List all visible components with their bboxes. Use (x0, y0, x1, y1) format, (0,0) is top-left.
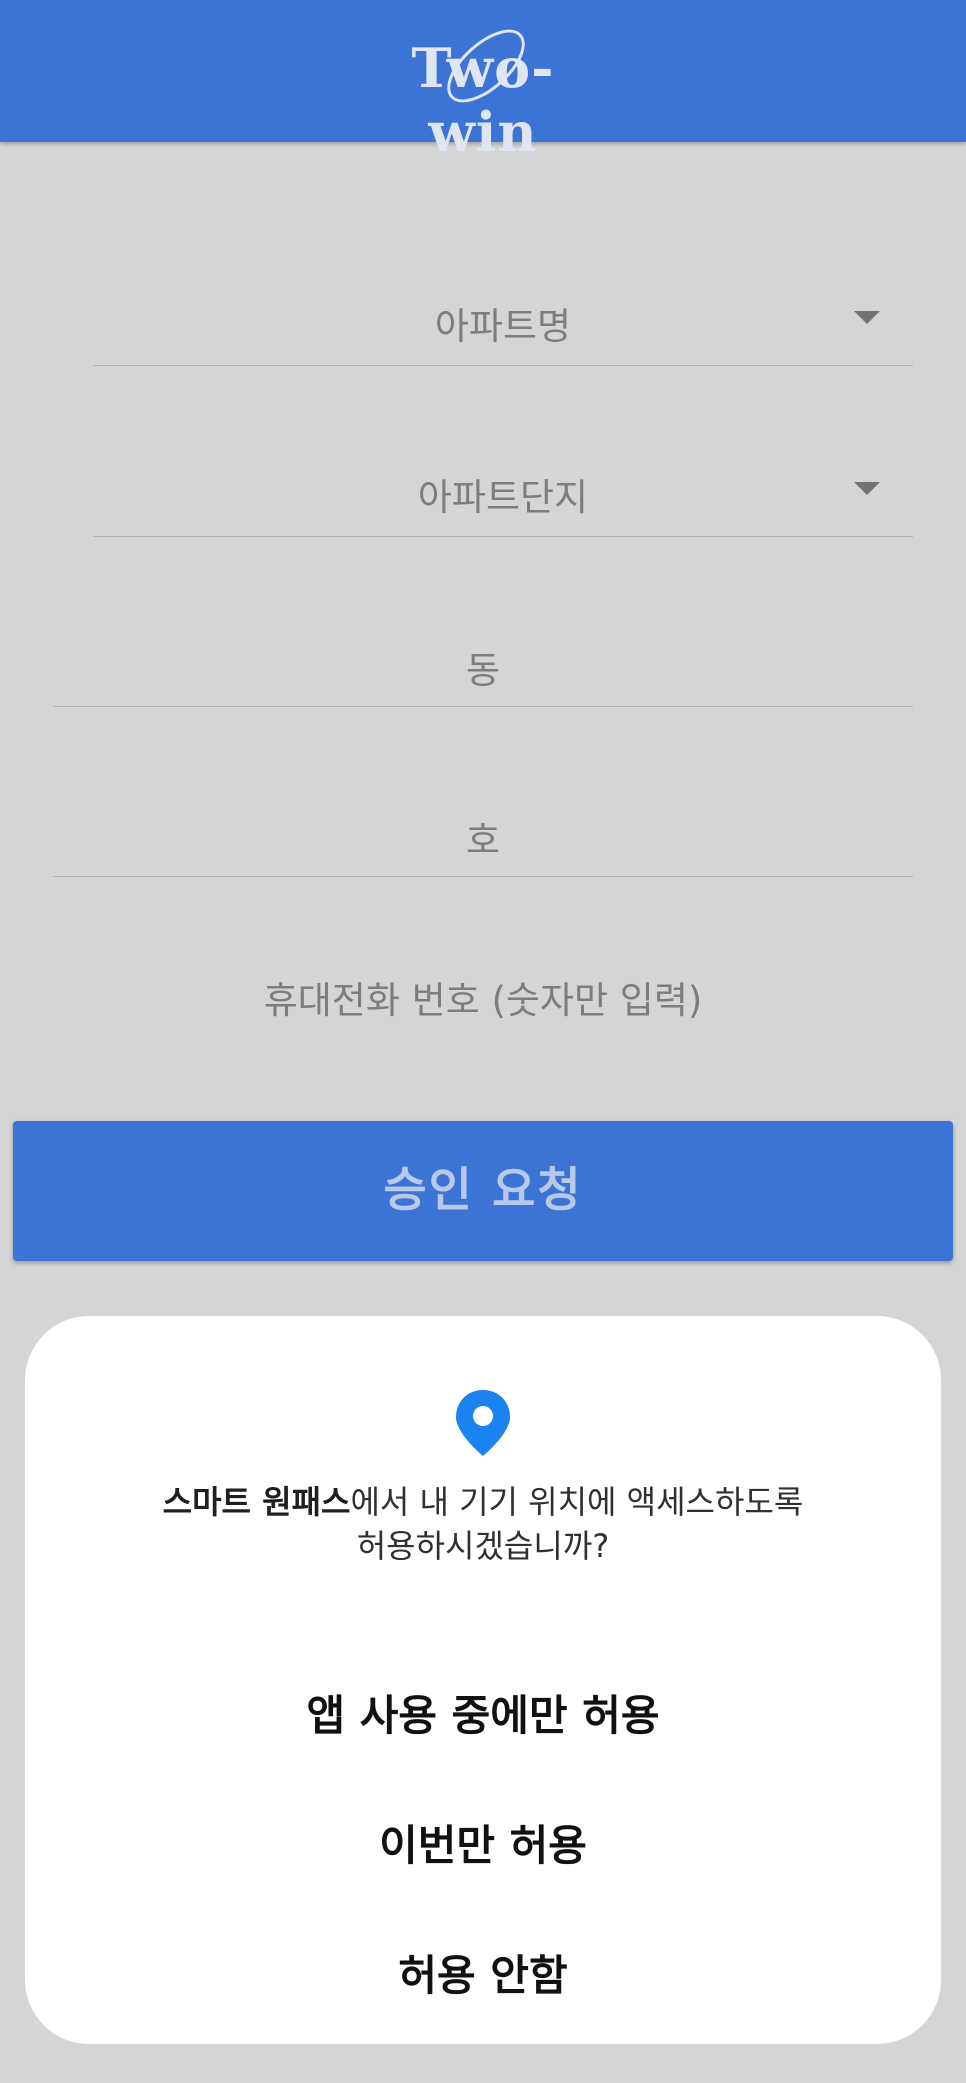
apartment-complex-placeholder: 아파트단지 (417, 476, 589, 519)
permission-message: 스마트 원패스에서 내 기기 위치에 액세스하도록 허용하시겠습니까? (65, 1480, 901, 1568)
logo-text: Two-win (411, 36, 555, 164)
ho-input[interactable]: 호 (53, 780, 913, 877)
location-permission-dialog: 스마트 원패스에서 내 기기 위치에 액세스하도록 허용하시겠습니까? 앱 사용… (25, 1316, 941, 2044)
deny-button[interactable]: 허용 안함 (25, 1936, 941, 2016)
app-header: Two-win (0, 0, 966, 164)
allow-once-button[interactable]: 이번만 허용 (25, 1806, 941, 1886)
apartment-name-placeholder: 아파트명 (434, 305, 572, 348)
apartment-name-select[interactable]: 아파트명 (93, 270, 913, 366)
location-pin-icon (456, 1390, 510, 1456)
dong-input[interactable]: 동 (53, 610, 913, 707)
app-logo: Two-win (358, 14, 608, 164)
phone-number-input[interactable]: 휴대전화 번호 (숫자만 입력) (53, 966, 913, 1036)
app-screen: Two-win 아파트명 아파트단지 동 호 휴대전화 번호 (숫자만 입력) … (0, 0, 966, 2083)
complex-dropdown-caret-icon[interactable] (854, 482, 880, 495)
apartment-complex-select[interactable]: 아파트단지 (93, 440, 913, 537)
allow-while-using-button[interactable]: 앱 사용 중에만 허용 (25, 1676, 941, 1756)
permission-message-rest: 에서 내 기기 위치에 액세스하도록 (350, 1483, 804, 1521)
permission-message-line1: 스마트 원패스에서 내 기기 위치에 액세스하도록 (65, 1480, 901, 1524)
approval-request-button[interactable]: 승인 요청 (13, 1121, 953, 1261)
apartment-dropdown-caret-icon[interactable] (854, 311, 880, 324)
ho-placeholder: 호 (465, 819, 501, 862)
dong-placeholder: 동 (465, 649, 501, 692)
app-name: 스마트 원패스 (162, 1483, 351, 1521)
permission-message-line2: 허용하시겠습니까? (356, 1527, 610, 1565)
